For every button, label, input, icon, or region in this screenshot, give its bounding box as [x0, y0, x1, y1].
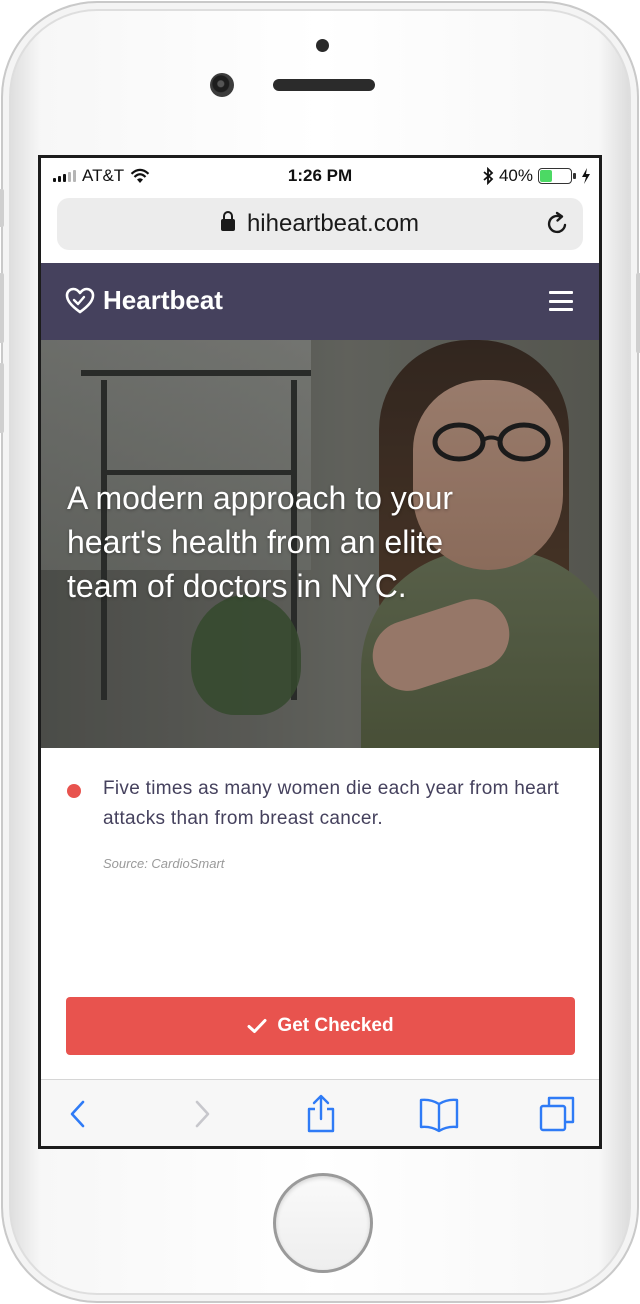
lock-icon: [220, 211, 235, 231]
proximity-sensor: [316, 39, 329, 52]
power-button: [636, 273, 640, 353]
battery-icon: [538, 168, 576, 184]
get-checked-button[interactable]: Get Checked: [66, 997, 575, 1055]
stat-text: Five times as many women die each year f…: [103, 778, 560, 829]
mute-switch: [0, 189, 4, 227]
hero-banner: A modern approach to your heart's health…: [41, 340, 599, 748]
heart-logo-icon: [65, 287, 95, 313]
battery-group: 40%: [482, 166, 591, 186]
browser-toolbar: [41, 1079, 599, 1146]
charging-icon: [582, 168, 590, 184]
status-bar: AT&T 1:26 PM 40%: [41, 158, 599, 194]
volume-up-button: [0, 273, 4, 343]
volume-down-button: [0, 363, 4, 433]
phone-screen: AT&T 1:26 PM 40% hiheartbeat.com Heartbe…: [38, 155, 602, 1149]
reload-icon[interactable]: [545, 211, 571, 237]
checkmark-icon: [247, 1019, 267, 1033]
url-display[interactable]: hiheartbeat.com: [57, 210, 583, 238]
battery-percent: 40%: [498, 166, 533, 185]
forward-icon[interactable]: [181, 1094, 221, 1134]
home-button[interactable]: [273, 1173, 373, 1273]
address-bar[interactable]: hiheartbeat.com: [57, 198, 583, 250]
earpiece-speaker: [273, 79, 375, 91]
site-header: Heartbeat: [41, 263, 599, 340]
stat-bullet: [67, 784, 81, 798]
tabs-icon[interactable]: [537, 1094, 577, 1134]
bluetooth-icon: [483, 167, 494, 185]
brand-name: Heartbeat: [103, 285, 223, 315]
bookmarks-icon[interactable]: [419, 1094, 459, 1134]
hero-headline: A modern approach to your heart's health…: [67, 480, 454, 604]
site-logo[interactable]: Heartbeat: [65, 285, 223, 316]
url-text: hiheartbeat.com: [246, 210, 420, 237]
battery-level-fill: [540, 170, 552, 182]
back-icon[interactable]: [59, 1094, 99, 1134]
stat-source: Source: CardioSmart: [103, 856, 225, 871]
share-icon[interactable]: [301, 1094, 341, 1134]
cta-label: Get Checked: [277, 1015, 394, 1036]
front-camera: [210, 73, 234, 97]
hamburger-menu-icon[interactable]: [549, 291, 573, 311]
